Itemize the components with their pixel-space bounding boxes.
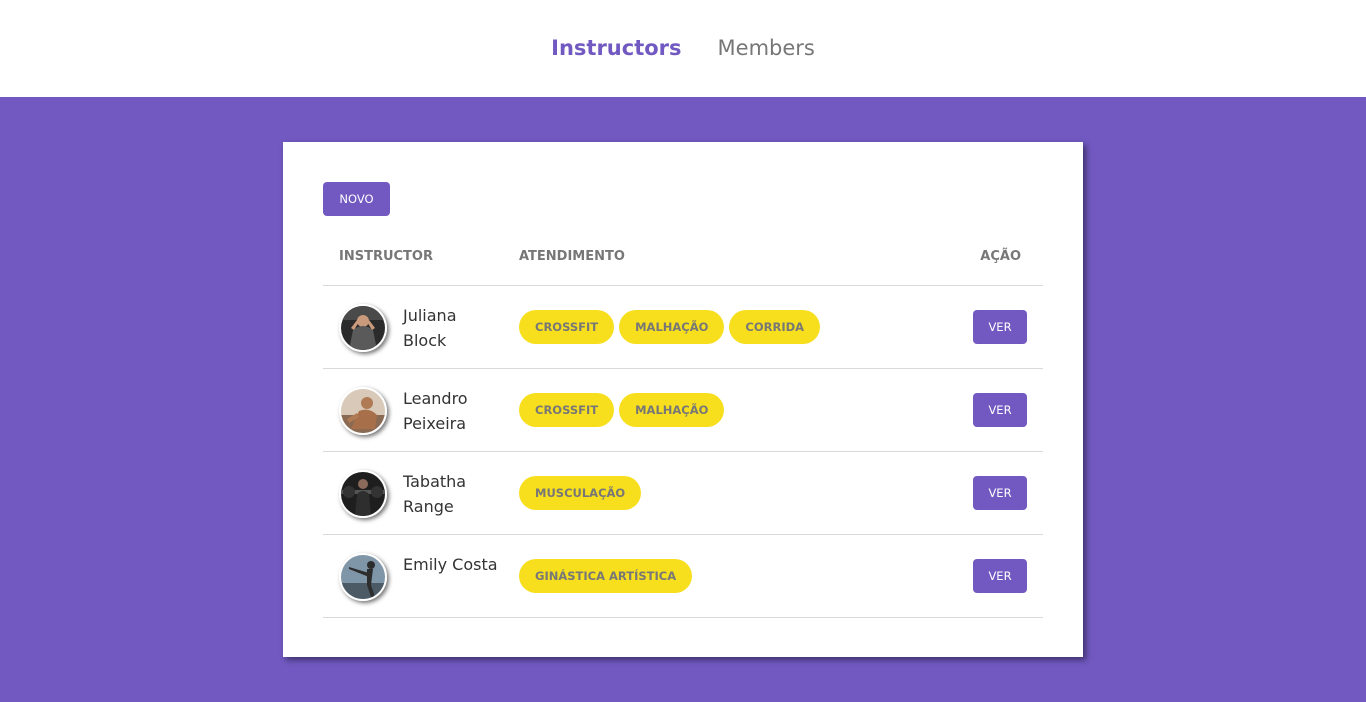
table-row: Leandro Peixeira CROSSFIT MALHAÇÃO VER xyxy=(323,369,1043,452)
new-instructor-button[interactable]: NOVO xyxy=(323,182,390,216)
avatar xyxy=(339,387,387,435)
instructor-name: Emily Costa xyxy=(403,555,498,574)
avatar-photo-icon xyxy=(341,555,385,599)
instructor-name: Juliana Block xyxy=(403,306,457,350)
service-tag: MALHAÇÃO xyxy=(619,393,725,427)
service-tags: GINÁSTICA ARTÍSTICA xyxy=(519,559,693,593)
instructor-name: Tabatha Range xyxy=(403,472,467,516)
table-row: Emily Costa GINÁSTICA ARTÍSTICA VER xyxy=(323,535,1043,618)
view-button[interactable]: VER xyxy=(973,310,1027,344)
table-row: Tabatha Range MUSCULAÇÃO VER xyxy=(323,452,1043,535)
avatar-photo-icon xyxy=(341,306,385,350)
service-tag: GINÁSTICA ARTÍSTICA xyxy=(519,559,693,593)
service-tags: MUSCULAÇÃO xyxy=(519,476,642,510)
column-header-services: ATENDIMENTO xyxy=(519,249,625,264)
service-tag: CORRIDA xyxy=(729,310,821,344)
service-tags: CROSSFIT MALHAÇÃO xyxy=(519,393,725,427)
nav-link-members[interactable]: Members xyxy=(718,36,815,60)
column-header-action: AÇÃO xyxy=(980,249,1021,264)
service-tag: CROSSFIT xyxy=(519,393,615,427)
avatar xyxy=(339,304,387,352)
avatar xyxy=(339,470,387,518)
table-row: Juliana Block CROSSFIT MALHAÇÃO CORRIDA … xyxy=(323,286,1043,369)
avatar-photo-icon xyxy=(341,389,385,433)
view-button[interactable]: VER xyxy=(973,393,1027,427)
column-header-instructor: INSTRUCTOR xyxy=(339,249,433,264)
view-button[interactable]: VER xyxy=(973,476,1027,510)
avatar xyxy=(339,553,387,601)
avatar-photo-icon xyxy=(341,472,385,516)
service-tag: MALHAÇÃO xyxy=(619,310,725,344)
service-tag: MUSCULAÇÃO xyxy=(519,476,642,510)
service-tag: CROSSFIT xyxy=(519,310,615,344)
table-header: INSTRUCTOR ATENDIMENTO AÇÃO xyxy=(323,241,1043,286)
service-tags: CROSSFIT MALHAÇÃO CORRIDA xyxy=(519,310,821,344)
view-button[interactable]: VER xyxy=(973,559,1027,593)
top-nav: Instructors Members xyxy=(0,0,1366,97)
nav-link-instructors[interactable]: Instructors xyxy=(551,36,681,60)
instructor-name: Leandro Peixeira xyxy=(403,389,468,433)
instructors-card: NOVO INSTRUCTOR ATENDIMENTO AÇÃO Juliana… xyxy=(283,142,1083,657)
